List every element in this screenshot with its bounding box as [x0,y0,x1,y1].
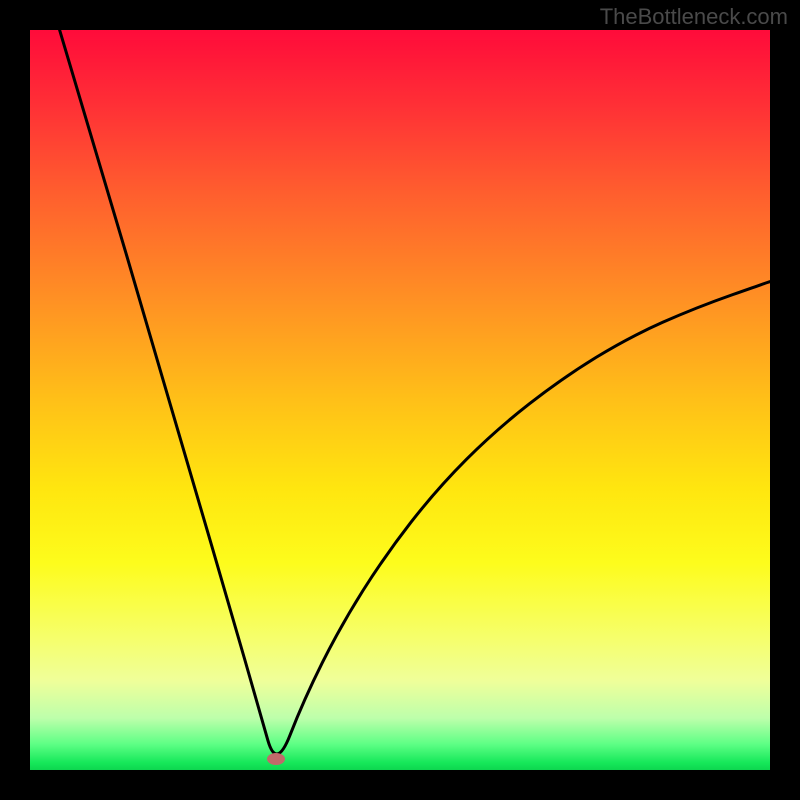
plot-area [30,30,770,770]
gradient-background [30,30,770,770]
optimal-point-marker [267,753,285,765]
attribution-text: TheBottleneck.com [600,4,788,30]
